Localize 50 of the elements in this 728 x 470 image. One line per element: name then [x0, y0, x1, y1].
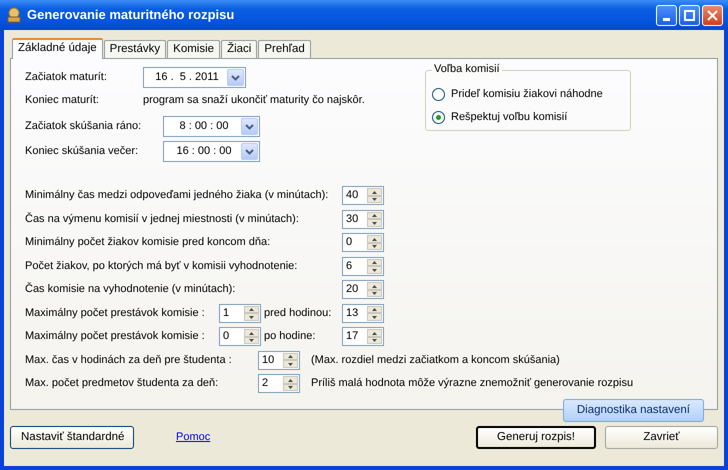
- dropdown-button[interactable]: [241, 118, 258, 135]
- minimize-icon: [663, 18, 670, 20]
- group-title: Voľba komisií: [432, 63, 502, 76]
- dropdown-button[interactable]: [227, 69, 244, 86]
- dropdown-button[interactable]: [241, 143, 258, 160]
- maximize-button[interactable]: [679, 4, 700, 26]
- close-icon: [707, 10, 718, 20]
- field-label: Začiatok maturít:: [25, 70, 108, 84]
- close-button[interactable]: [702, 4, 723, 26]
- maximize-icon: [684, 10, 695, 20]
- close-dialog-button[interactable]: Zavrieť: [605, 426, 718, 449]
- defaults-button[interactable]: Nastaviť štandardné: [10, 426, 134, 449]
- info-text: program sa snaží ukončiť maturity čo najskôr.: [143, 94, 365, 108]
- tab[interactable]: Základné údaje: [12, 38, 103, 59]
- caret-icon: [245, 124, 254, 130]
- date-time-picker[interactable]: 16 : 00 : 00: [163, 141, 260, 162]
- help-link[interactable]: Pomoc: [176, 430, 210, 444]
- date-time-picker[interactable]: 16 . 5 . 2011: [143, 67, 246, 88]
- field-label: po hodine:: [264, 330, 316, 344]
- hint-text: (Max. rozdiel medzi začiatkom a koncom skúšania): [311, 354, 560, 367]
- field-label: Čas komisie na vyhodnotenie (v minútach):: [25, 283, 236, 296]
- radio-label: Rešpektuj voľbu komisií: [451, 110, 568, 124]
- field-label: Max. počet predmetov študenta za deň:: [25, 377, 220, 390]
- caret-icon: [245, 148, 254, 154]
- tab[interactable]: Prehľad: [258, 40, 311, 58]
- field-label: pred hodinou:: [264, 306, 332, 320]
- field-label: Koniec maturít:: [25, 94, 100, 108]
- caret-icon: [231, 74, 240, 80]
- field-label: Maximálny počet prestávok komisie :: [25, 306, 206, 320]
- tab[interactable]: Žiaci: [221, 40, 258, 58]
- field-label: Počet žiakov, po ktorých má byť v komisii vyhodnotenie:: [25, 260, 298, 273]
- field-label: Maximálny počet prestávok komisie :: [25, 330, 206, 344]
- window-title: Generovanie maturitného rozpisu: [27, 7, 236, 23]
- field-label: Čas na výmenu komisií v jednej miestnosti (v minútach):: [25, 212, 300, 226]
- field-label: Max. čas v hodinách za deň pre študenta :: [25, 354, 233, 367]
- field-label: Začiatok skúšania ráno:: [25, 120, 142, 134]
- radio-label: Prideľ komisiu žiakovi náhodne: [451, 88, 603, 102]
- tab[interactable]: Komisie: [167, 40, 220, 58]
- date-time-picker[interactable]: 8 : 00 : 00: [163, 116, 260, 137]
- app-icon: [6, 7, 22, 23]
- field-label: Minimálny čas medzi odpoveďami jedného žiaka (v minútach):: [25, 189, 330, 202]
- hint-text: Príliš malá hodnota môže výrazne znemožniť generovanie rozpisu: [311, 377, 634, 390]
- field-label: Minimálny počet žiakov komisie pred koncom dňa:: [25, 236, 272, 250]
- minimize-button[interactable]: [656, 4, 677, 26]
- generate-button[interactable]: Generuj rozpis!: [476, 426, 596, 449]
- field-label: Koniec skúšania večer:: [25, 144, 140, 158]
- tab[interactable]: Prestávky: [104, 40, 166, 58]
- radio-button[interactable]: [432, 111, 445, 124]
- radio-button[interactable]: [432, 88, 445, 101]
- diagnostics-button[interactable]: Diagnostika nastavení: [562, 398, 704, 422]
